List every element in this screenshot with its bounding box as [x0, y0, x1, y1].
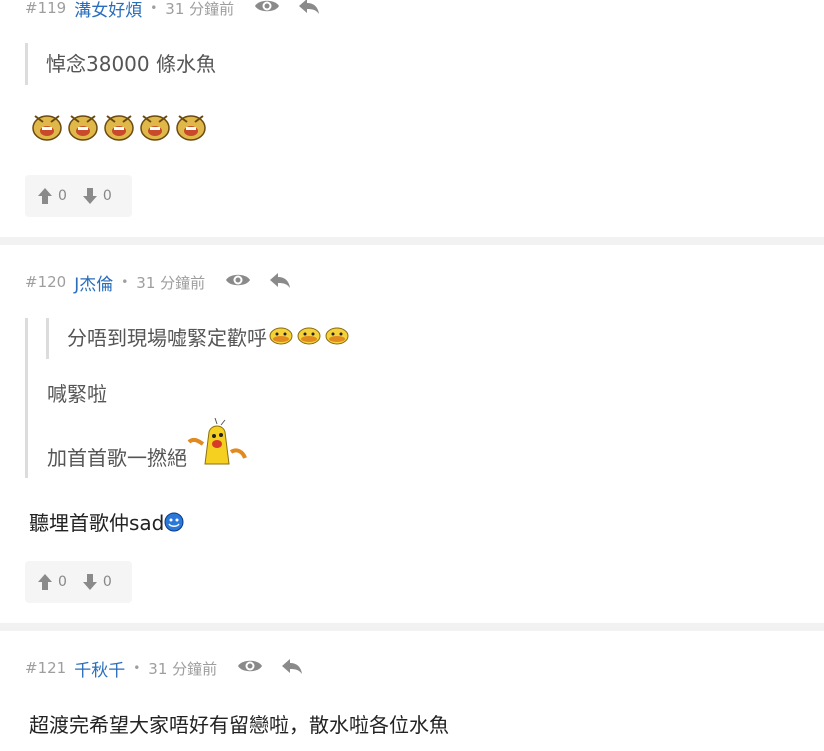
- post-120: #120 J杰倫 • 31 分鐘前 分唔到現場嘘緊定歡呼 喊緊啦 加首首歌一撚絕…: [0, 245, 824, 623]
- post-number: #119: [25, 0, 67, 17]
- upvote-count: 0: [58, 574, 67, 590]
- post-separator: [0, 237, 824, 245]
- meta-separator: •: [133, 661, 141, 675]
- nested-quote-block: 分唔到現場嘘緊定歡呼: [46, 318, 351, 359]
- nested-quote-text: 分唔到現場嘘緊定歡呼: [67, 326, 267, 350]
- laughing-emoji-icon: [137, 110, 173, 146]
- username-link[interactable]: 千秋千: [74, 656, 125, 681]
- post-time: 31 分鐘前: [148, 659, 218, 678]
- downvote-button[interactable]: 0: [82, 188, 112, 204]
- vote-bar: 0 0: [25, 175, 132, 217]
- downvote-count: 0: [102, 188, 112, 204]
- thumb-up-icon: [38, 574, 52, 590]
- post-meta: #119 溝女好煩 • 31 分鐘前: [25, 0, 320, 21]
- meta-separator: •: [150, 1, 158, 15]
- post-119: #119 溝女好煩 • 31 分鐘前 悼念38000 條水魚 0 0: [0, 0, 824, 237]
- thumb-down-icon: [82, 574, 97, 590]
- quote-line: 喊緊啦: [47, 382, 107, 406]
- emoji-row: [29, 110, 209, 146]
- meta-separator: •: [121, 275, 129, 289]
- laughing-emoji-icon: [173, 110, 209, 146]
- eye-icon[interactable]: [237, 657, 263, 679]
- eye-icon[interactable]: [254, 0, 280, 19]
- duck-emoji-icon: [323, 319, 351, 360]
- waving-chick-emoji-icon: [187, 417, 247, 471]
- reply-icon[interactable]: [281, 657, 303, 679]
- post-time: 31 分鐘前: [136, 273, 206, 292]
- eye-icon[interactable]: [225, 271, 251, 293]
- username-link[interactable]: 溝女好煩: [74, 0, 142, 21]
- smiley-emoji-icon: [164, 512, 184, 537]
- post-time: 31 分鐘前: [165, 0, 235, 18]
- post-number: #120: [25, 273, 67, 291]
- quote-line-with-emoji: 加首首歌一撚絕: [47, 417, 247, 471]
- laughing-emoji-icon: [101, 110, 137, 146]
- upvote-count: 0: [58, 188, 67, 204]
- post-number: #121: [25, 659, 67, 677]
- quote-line-text: 加首首歌一撚絕: [47, 446, 187, 470]
- quote-text: 悼念38000 條水魚: [46, 52, 216, 76]
- quote-block: 分唔到現場嘘緊定歡呼 喊緊啦 加首首歌一撚絕: [25, 318, 351, 478]
- downvote-count: 0: [102, 574, 112, 590]
- reply-icon[interactable]: [269, 271, 291, 293]
- upvote-button[interactable]: 0: [38, 188, 67, 204]
- post-body: 聽埋首歌仲sad: [29, 507, 184, 537]
- downvote-button[interactable]: 0: [82, 574, 112, 590]
- vote-bar: 0 0: [25, 561, 132, 603]
- post-meta: #121 千秋千 • 31 分鐘前: [25, 656, 303, 681]
- thumb-down-icon: [82, 188, 97, 204]
- upvote-button[interactable]: 0: [38, 574, 67, 590]
- quote-block: 悼念38000 條水魚: [25, 43, 216, 85]
- post-meta: #120 J杰倫 • 31 分鐘前: [25, 270, 291, 295]
- post-121: #121 千秋千 • 31 分鐘前 超渡完希望大家唔好有留戀啦，散水啦各位水魚: [0, 631, 824, 751]
- post-body-text: 聽埋首歌仲sad: [29, 511, 165, 535]
- duck-emoji-icon: [295, 319, 323, 360]
- username-link[interactable]: J杰倫: [74, 270, 113, 295]
- laughing-emoji-icon: [29, 110, 65, 146]
- duck-emoji-icon: [267, 319, 295, 360]
- post-separator: [0, 623, 824, 631]
- laughing-emoji-icon: [65, 110, 101, 146]
- reply-icon[interactable]: [298, 0, 320, 19]
- thumb-up-icon: [38, 188, 52, 204]
- post-body: 超渡完希望大家唔好有留戀啦，散水啦各位水魚: [29, 713, 449, 737]
